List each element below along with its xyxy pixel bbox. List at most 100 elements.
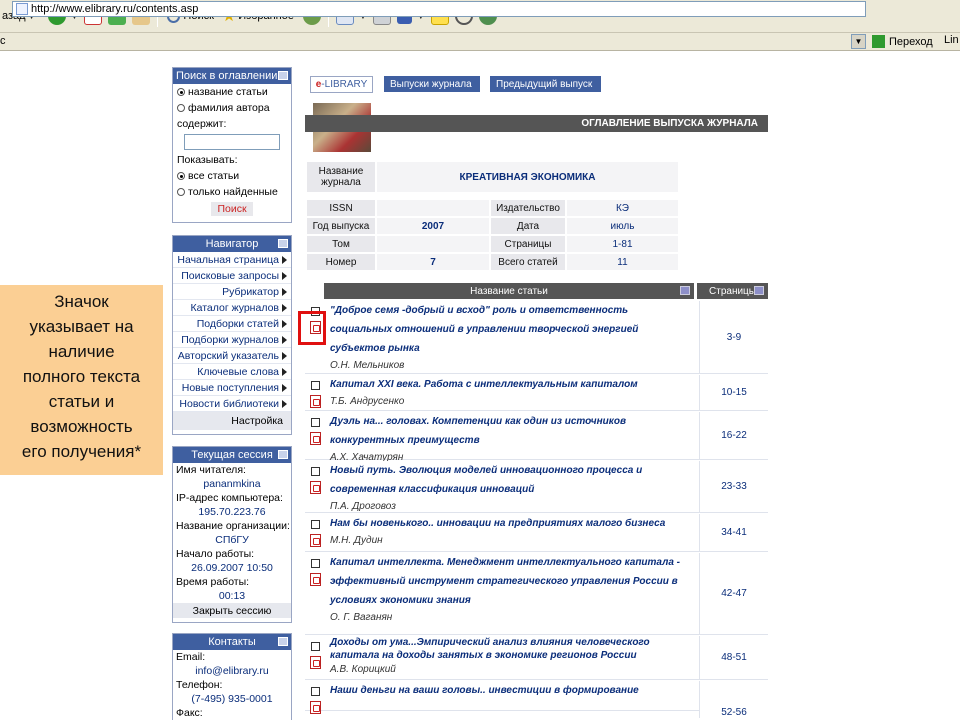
journal-name: КРЕАТИВНАЯ ЭКОНОМИКА (377, 162, 678, 192)
article-row: Капитал XXI века. Работа с интеллектуаль… (305, 375, 768, 411)
minimize-icon[interactable] (278, 71, 288, 80)
article-author[interactable]: П.А. Дроговоз (330, 501, 396, 512)
article-title-line[interactable]: субъектов рынка (330, 339, 690, 358)
tab-issues[interactable]: Выпуски журнала (384, 76, 480, 92)
option-title[interactable]: название статьи (173, 84, 291, 100)
sidebar-item-5[interactable]: Подборки журналов (173, 332, 291, 348)
article-author[interactable]: О.Н. Мельников (330, 360, 404, 371)
article-author[interactable]: А.В. Корицкий (330, 664, 396, 675)
article-checkbox[interactable] (311, 381, 320, 390)
elibrary-logo[interactable]: e -LIBRARY (310, 76, 373, 93)
show-all[interactable]: все статьи (173, 168, 291, 184)
article-title-line[interactable]: капитала на доходы занятых в экономике р… (330, 649, 690, 662)
sidebar-item-9[interactable]: Новости библиотеки (173, 396, 291, 412)
email-value[interactable]: info@elibrary.ru (173, 664, 291, 678)
address-input[interactable]: http://www.elibrary.ru/contents.asp (12, 1, 866, 17)
sidebar-item-8[interactable]: Новые поступления (173, 380, 291, 396)
volume-value (377, 236, 489, 252)
links-label[interactable]: Lin (944, 34, 959, 46)
article-checkbox[interactable] (311, 687, 320, 696)
column-title-header[interactable]: Название статьи (324, 283, 694, 299)
fax-label: Факс: (176, 707, 203, 719)
email-label: Email: (176, 651, 206, 663)
article-checkbox[interactable] (311, 642, 320, 651)
go-label: Переход (889, 35, 933, 48)
contains-input[interactable] (184, 134, 280, 150)
address-dropdown-icon[interactable]: ▼ (851, 34, 866, 49)
navigator-list: Начальная страница Поисковые запросы Рубри… (173, 252, 291, 412)
article-title-line[interactable]: "Доброе семя -добрый и всход" роль и отв… (330, 301, 690, 320)
radio-icon[interactable] (177, 88, 185, 96)
callout-line: статьи и (48, 392, 115, 411)
article-pages: 16-22 (699, 412, 768, 459)
journal-info-table: Название журнала КРЕАТИВНАЯ ЭКОНОМИКА (305, 160, 680, 194)
article-checkbox[interactable] (311, 467, 320, 476)
sidebar-item-7[interactable]: Ключевые слова (173, 364, 291, 380)
sidebar-item-4[interactable]: Подборки статей (173, 316, 291, 332)
article-title-line[interactable]: Новый путь. Эволюция моделей инновационн… (330, 461, 690, 480)
year-label: Год выпуска (307, 218, 375, 234)
contacts-panel: Контакты Email: info@elibrary.ru Телефон… (172, 633, 292, 720)
ip-value: 195.70.223.76 (198, 506, 266, 518)
article-author[interactable]: Т.Б. Андрусенко (330, 396, 404, 407)
article-checkbox[interactable] (311, 559, 320, 568)
article-title-line[interactable]: Капитал интеллекта. Менеджмент интеллект… (330, 553, 690, 572)
minimize-icon[interactable] (278, 637, 288, 646)
option-author[interactable]: фамилия автора (173, 100, 291, 116)
article-author[interactable]: О. Г. Ваганян (330, 612, 392, 623)
sidebar-item-3[interactable]: Каталог журналов (173, 300, 291, 316)
minimize-icon[interactable] (278, 239, 288, 248)
radio-icon[interactable] (177, 104, 185, 112)
sort-icon[interactable] (754, 286, 764, 295)
article-checkbox[interactable] (311, 418, 320, 427)
article-row: Нам бы новенького.. инновации на предпри… (305, 514, 768, 552)
date-label: Дата (491, 218, 565, 234)
article-row: Наши деньги на ваши головы.. инвестиции … (305, 681, 768, 718)
pdf-icon[interactable] (310, 432, 321, 445)
pdf-icon[interactable] (310, 534, 321, 547)
address-bar: с (0, 33, 960, 51)
pdf-icon[interactable] (310, 573, 321, 586)
callout-line: наличие (48, 342, 115, 361)
sidebar-item-0[interactable]: Начальная страница (173, 252, 291, 268)
radio-icon[interactable] (177, 172, 185, 180)
article-checkbox[interactable] (311, 520, 320, 529)
pdf-icon[interactable] (310, 656, 321, 669)
sidebar-item-1[interactable]: Поисковые запросы (173, 268, 291, 284)
sidebar-item-2[interactable]: Рубрикатор (173, 284, 291, 300)
article-author[interactable]: М.Н. Дудин (330, 535, 383, 546)
callout-line: указывает на (29, 317, 134, 336)
sidebar-item-6[interactable]: Авторский указатель (173, 348, 291, 364)
article-title-line[interactable]: условиях экономики знания (330, 591, 690, 610)
article-pages: 48-51 (699, 636, 768, 679)
title-col-label: Название статьи (470, 285, 548, 297)
pdf-icon[interactable] (310, 701, 321, 714)
sort-icon[interactable] (680, 286, 690, 295)
settings-link[interactable]: Настройка (173, 412, 291, 430)
article-title-line[interactable]: Наши деньги на ваши головы.. инвестиции … (330, 681, 690, 700)
show-found[interactable]: только найденные (173, 184, 291, 200)
tab-previous-issue[interactable]: Предыдущий выпуск (490, 76, 601, 92)
article-title-line[interactable]: Дуэль на... головах. Компетенции как оди… (330, 412, 690, 431)
callout-line: его получения* (21, 442, 142, 461)
article-title-line[interactable]: Нам бы новенького.. инновации на предпри… (330, 514, 690, 533)
article-pages: 34-41 (699, 514, 768, 551)
article-title-line[interactable]: эффективный инструмент стратегического у… (330, 572, 690, 591)
column-pages-header[interactable]: Страницы (697, 283, 768, 299)
time-value: 00:13 (218, 590, 246, 602)
pdf-icon[interactable] (310, 481, 321, 494)
minimize-icon[interactable] (278, 450, 288, 459)
close-session-link[interactable]: Закрыть сессию (173, 603, 291, 618)
article-title-line[interactable]: Доходы от ума...Эмпирический анализ влия… (330, 636, 690, 649)
article-title-line[interactable]: Капитал XXI века. Работа с интеллектуаль… (330, 375, 690, 394)
article-row: Новый путь. Эволюция моделей инновационн… (305, 461, 768, 513)
article-title-line[interactable]: социальных отношений в управлении творче… (330, 320, 690, 339)
number-label: Номер (307, 254, 375, 270)
go-button[interactable]: Переход (872, 34, 933, 49)
article-title-line[interactable]: современная классификация инноваций (330, 480, 690, 499)
radio-icon[interactable] (177, 188, 185, 196)
pdf-icon[interactable] (310, 395, 321, 408)
article-title-line[interactable]: конкурентных преимуществ (330, 431, 690, 450)
page-icon (16, 3, 28, 15)
panel-search-button[interactable]: Поиск (211, 202, 253, 216)
